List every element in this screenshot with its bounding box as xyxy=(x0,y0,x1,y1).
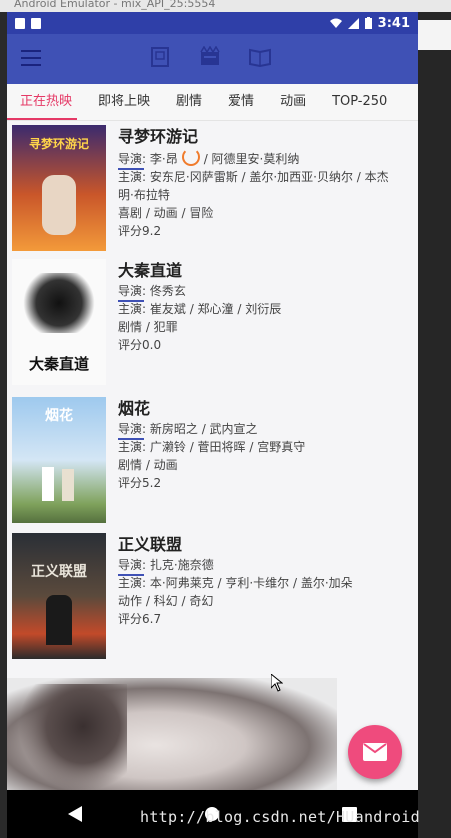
list-item[interactable]: 烟花 烟花 导演: 新房昭之 / 武内宣之 主演: 广濑铃 / 菅田将晖 / 宫… xyxy=(7,393,418,529)
tab-drama[interactable]: 剧情 xyxy=(163,84,215,120)
tab-romance[interactable]: 爱情 xyxy=(215,84,267,120)
movie-title: 正义联盟 xyxy=(118,535,183,554)
list-item[interactable]: 大秦直道 大秦直道 导演: 佟秀玄 主演: 崔友斌 / 郑心潼 / 刘衍辰 剧情… xyxy=(7,255,418,393)
sd-card-icon xyxy=(31,17,41,29)
desktop-right-strip xyxy=(418,12,451,838)
open-book-icon[interactable] xyxy=(249,46,271,68)
movie-list: 寻梦环游记 寻梦环游记 导演: 李·昂 / 阿德里安·莫利纳 主演: 安东尼·冈萨… xyxy=(7,121,418,665)
signal-icon xyxy=(347,17,359,29)
category-tabs: 正在热映 即将上映 剧情 爱情 动画 TOP-250 xyxy=(7,84,418,121)
tab-top-250[interactable]: TOP-250 xyxy=(319,84,400,120)
status-bar: 3:41 xyxy=(7,12,418,34)
emulator-window-title: Android Emulator - mix_API_25:5554 xyxy=(0,0,451,12)
movie-poster: 寻梦环游记 xyxy=(12,125,106,251)
tab-now-playing[interactable]: 正在热映 xyxy=(7,84,85,120)
phone-screen: 3:41 正在热映 即将上映 剧情 爱情 动画 TOP-250 寻梦环游记 寻梦… xyxy=(7,12,418,790)
desktop-window-thumb xyxy=(418,20,451,50)
watermark: http://blog.csdn.net/HUandroid xyxy=(140,808,420,826)
book-icon[interactable] xyxy=(149,46,171,68)
director-label: 导演: xyxy=(118,152,147,166)
desktop-left-strip xyxy=(0,12,7,838)
tab-coming-soon[interactable]: 即将上映 xyxy=(85,84,163,120)
movie-genres: 动作 / 科幻 / 奇幻 xyxy=(118,594,214,608)
menu-icon[interactable] xyxy=(21,50,41,68)
battery-icon xyxy=(364,17,372,29)
cast-label: 主演: xyxy=(118,576,147,590)
tab-indicator xyxy=(7,118,77,120)
loading-spinner-icon xyxy=(181,148,200,166)
movie-rating: 评分9.2 xyxy=(118,224,162,238)
movie-icon[interactable] xyxy=(199,46,221,68)
movie-title: 大秦直道 xyxy=(118,261,183,280)
movie-info: 大秦直道 导演: 佟秀玄 主演: 崔友斌 / 郑心潼 / 刘衍辰 剧情 / 犯罪… xyxy=(118,259,398,393)
movie-title: 烟花 xyxy=(118,399,151,418)
cast-names: 安东尼·冈萨雷斯 / 盖尔·加西亚·贝纳尔 / 本杰明·布拉特 xyxy=(118,170,389,202)
movie-genres: 剧情 / 动画 xyxy=(118,458,178,472)
poster-title: 大秦直道 xyxy=(28,355,89,373)
director-name: 新房昭之 / 武内宣之 xyxy=(149,422,258,436)
notification-icon xyxy=(15,17,25,29)
movie-rating: 评分5.2 xyxy=(118,476,162,490)
list-item[interactable]: 寻梦环游记 寻梦环游记 导演: 李·昂 / 阿德里安·莫利纳 主演: 安东尼·冈萨… xyxy=(7,121,418,255)
cast-label: 主演: xyxy=(118,170,147,184)
movie-title: 寻梦环游记 xyxy=(118,127,199,146)
movie-info: 寻梦环游记 导演: 李·昂 / 阿德里安·莫利纳 主演: 安东尼·冈萨雷斯 / 盖… xyxy=(118,125,398,255)
tab-animation[interactable]: 动画 xyxy=(267,84,319,120)
status-time: 3:41 xyxy=(377,15,410,31)
movie-rating: 评分6.7 xyxy=(118,612,162,626)
cast-names: 本·阿弗莱克 / 亨利·卡维尔 / 盖尔·加朵 xyxy=(149,576,353,590)
wifi-icon xyxy=(329,18,342,28)
cast-names: 崔友斌 / 郑心潼 / 刘衍辰 xyxy=(149,302,282,316)
director-label: 导演: xyxy=(118,558,147,572)
cast-names: 广濑铃 / 菅田将晖 / 宫野真守 xyxy=(149,440,306,454)
movie-poster-partial[interactable] xyxy=(7,678,337,790)
list-item[interactable]: 正义联盟 正义联盟 导演: 扎克·施奈德 主演: 本·阿弗莱克 / 亨利·卡维尔… xyxy=(7,529,418,665)
movie-genres: 喜剧 / 动画 / 冒险 xyxy=(118,206,214,220)
director-label: 导演: xyxy=(118,284,147,298)
movie-genres: 剧情 / 犯罪 xyxy=(118,320,178,334)
mail-icon xyxy=(363,743,387,761)
poster-title: 寻梦环游记 xyxy=(28,137,89,151)
app-toolbar xyxy=(7,34,418,84)
poster-title: 正义联盟 xyxy=(31,564,87,580)
cast-label: 主演: xyxy=(118,440,147,454)
movie-poster: 正义联盟 xyxy=(12,533,106,659)
director-name: 李·昂 xyxy=(149,152,178,166)
movie-poster: 大秦直道 xyxy=(12,259,106,385)
director-name: 佟秀玄 xyxy=(149,284,186,298)
mail-fab-button[interactable] xyxy=(348,725,402,779)
movie-info: 正义联盟 导演: 扎克·施奈德 主演: 本·阿弗莱克 / 亨利·卡维尔 / 盖尔… xyxy=(118,533,398,665)
mouse-cursor-icon xyxy=(271,674,283,692)
movie-info: 烟花 导演: 新房昭之 / 武内宣之 主演: 广濑铃 / 菅田将晖 / 宫野真守… xyxy=(118,397,398,529)
back-icon[interactable] xyxy=(68,806,82,822)
director-rest: / 阿德里安·莫利纳 xyxy=(203,152,300,166)
movie-rating: 评分0.0 xyxy=(118,338,162,352)
poster-title: 烟花 xyxy=(45,408,73,424)
movie-poster: 烟花 xyxy=(12,397,106,523)
director-label: 导演: xyxy=(118,422,147,436)
cast-label: 主演: xyxy=(118,302,147,316)
director-name: 扎克·施奈德 xyxy=(149,558,214,572)
